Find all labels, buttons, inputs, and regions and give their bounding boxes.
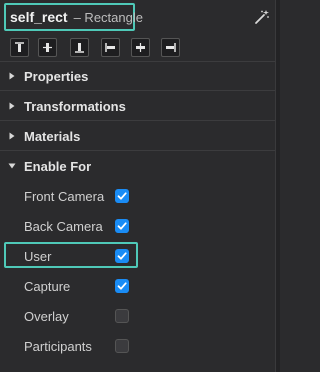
checkmark-icon xyxy=(117,192,127,200)
inspector-header: self_rect – Rectangle xyxy=(0,0,275,34)
align-horizontal-center-icon[interactable] xyxy=(131,38,150,57)
section-label: Properties xyxy=(24,68,89,84)
option-label: Back Camera xyxy=(24,219,103,234)
capture-checkbox[interactable] xyxy=(115,279,129,293)
scrollbar[interactable] xyxy=(275,0,280,372)
participants-checkbox[interactable] xyxy=(115,339,129,353)
overlay-checkbox[interactable] xyxy=(115,309,129,323)
align-vertical-center-icon[interactable] xyxy=(38,38,57,57)
enable-for-capture: Capture xyxy=(0,271,275,301)
checkmark-icon xyxy=(117,282,127,290)
user-highlight-outline xyxy=(4,242,138,268)
section-enable-for[interactable]: Enable For xyxy=(0,151,275,181)
section-label: Materials xyxy=(24,128,81,144)
option-label: Front Camera xyxy=(24,189,105,204)
align-left-icon[interactable] xyxy=(101,38,120,57)
option-label: Participants xyxy=(24,339,92,354)
option-label: Capture xyxy=(24,279,71,294)
enable-for-participants: Participants xyxy=(0,331,275,361)
object-title[interactable]: self_rect – Rectangle xyxy=(4,3,143,31)
section-label: Enable For xyxy=(24,158,92,174)
align-bottom-icon[interactable] xyxy=(70,38,89,57)
chevron-down-icon xyxy=(8,163,16,169)
align-toolbar xyxy=(0,35,275,61)
chevron-right-icon xyxy=(9,132,15,140)
front-camera-checkbox[interactable] xyxy=(115,189,129,203)
object-name: self_rect xyxy=(10,9,68,25)
section-properties[interactable]: Properties xyxy=(0,61,275,91)
object-type: – Rectangle xyxy=(73,9,143,25)
chevron-right-icon xyxy=(9,72,15,80)
section-materials[interactable]: Materials xyxy=(0,121,275,151)
align-top-icon[interactable] xyxy=(10,38,29,57)
section-label: Transformations xyxy=(24,98,126,114)
chevron-right-icon xyxy=(9,102,15,110)
section-transformations[interactable]: Transformations xyxy=(0,91,275,121)
inspector-panel: self_rect – Rectangle Properties Transfo… xyxy=(0,0,275,372)
enable-for-back-camera: Back Camera xyxy=(0,211,275,241)
align-right-icon[interactable] xyxy=(161,38,180,57)
back-camera-checkbox[interactable] xyxy=(115,219,129,233)
enable-for-front-camera: Front Camera xyxy=(0,181,275,211)
option-label: Overlay xyxy=(24,309,69,324)
magic-wand-icon[interactable] xyxy=(254,9,270,25)
checkmark-icon xyxy=(117,222,127,230)
enable-for-overlay: Overlay xyxy=(0,301,275,331)
